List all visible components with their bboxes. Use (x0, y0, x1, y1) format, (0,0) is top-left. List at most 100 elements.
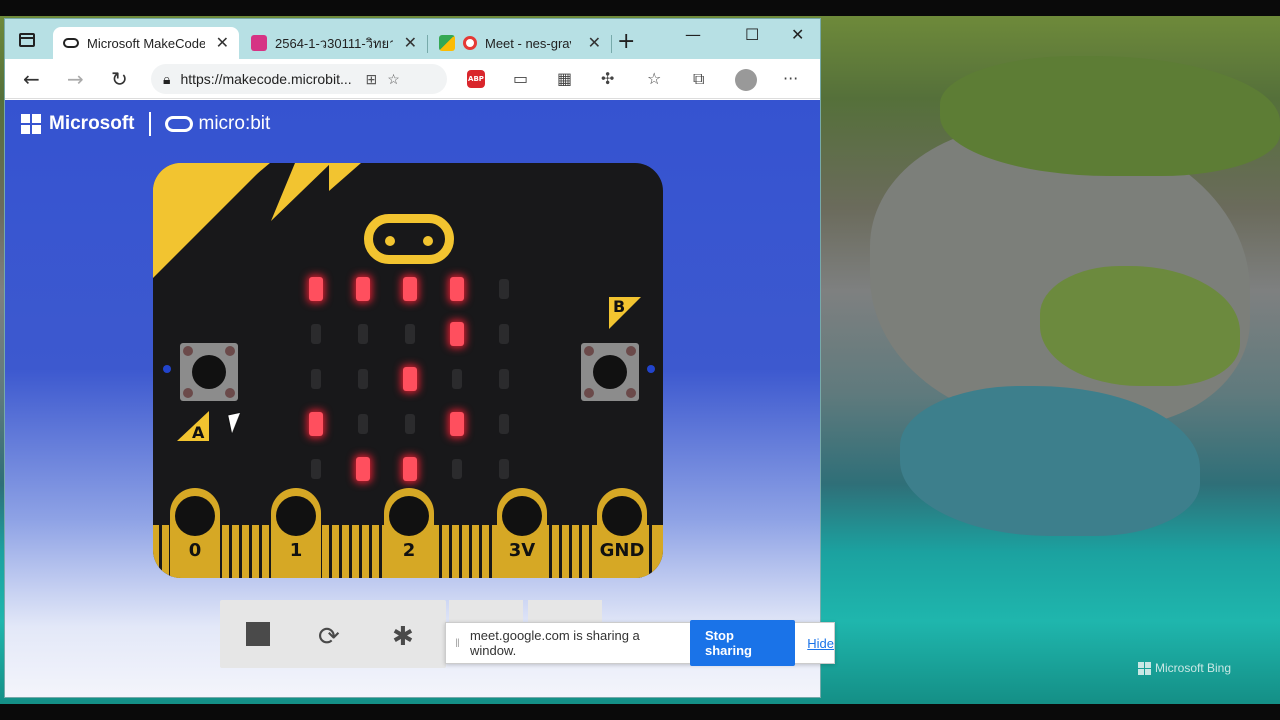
tab-actions-icon[interactable] (19, 33, 35, 47)
refresh-icon[interactable]: ↻ (111, 67, 128, 91)
led-r3-c1 (358, 414, 368, 434)
tree-foliage (940, 56, 1280, 176)
back-arrow-icon[interactable]: ← (23, 67, 40, 91)
makecode-icon (63, 38, 79, 48)
microbit-board: A B 0 1 2 3V GND (153, 163, 663, 578)
connector-tooth (559, 525, 562, 578)
button-a-label: A (192, 423, 205, 442)
adblock-icon[interactable]: ABP (467, 70, 485, 88)
pin-label: GND (599, 540, 645, 561)
new-tab-button[interactable]: + (617, 29, 635, 54)
brand-microbit: micro:bit (198, 113, 271, 134)
led-r1-c3 (450, 322, 464, 346)
tab-makecode[interactable]: Microsoft MakeCode f ✕ (53, 27, 239, 59)
maximize-button[interactable]: ☐ (745, 25, 759, 44)
microbit-logo-icon (164, 116, 193, 132)
meet-icon (439, 35, 455, 51)
url-text: https://makecode.microbit... (180, 71, 352, 87)
collections-icon[interactable]: ⧉ (693, 69, 704, 89)
app-available-icon[interactable]: ⊞ (365, 71, 377, 88)
connector-tooth (159, 525, 162, 578)
pin-label: 0 (188, 540, 202, 561)
connector-tooth (329, 525, 332, 578)
led-r4-c3 (452, 459, 462, 479)
button-b[interactable] (581, 343, 639, 401)
cast-icon[interactable]: ▭ (513, 69, 528, 88)
close-tab-icon[interactable]: ✕ (404, 33, 417, 53)
led-r2-c0 (311, 369, 321, 389)
led-r0-c4 (499, 279, 509, 299)
address-field[interactable]: 🔒︎ https://makecode.microbit... ⊞ ☆ (151, 64, 447, 94)
microsoft-logo-icon (21, 114, 41, 134)
pin-label: 2 (402, 540, 416, 561)
bing-watermark: Microsoft Bing (1138, 661, 1231, 675)
led-r4-c1 (356, 457, 370, 481)
puzzle-icon[interactable]: ✣ (601, 69, 614, 88)
led-r0-c3 (450, 277, 464, 301)
extension-icon[interactable]: ▦ (557, 69, 572, 88)
avatar[interactable] (735, 69, 757, 91)
favorites-icon[interactable]: ☆ (647, 69, 661, 88)
led-r1-c0 (311, 324, 321, 344)
led-r4-c4 (499, 459, 509, 479)
connector-tooth (579, 525, 582, 578)
share-message: meet.google.com is sharing a window. (469, 628, 640, 658)
connector-tooth (489, 525, 492, 578)
restart-icon[interactable]: ⟳ (318, 622, 340, 652)
stop-icon[interactable] (246, 622, 270, 646)
drag-handle-icon[interactable]: ‖ (455, 636, 460, 650)
button-b-indicator (647, 365, 655, 373)
led-r3-c3 (450, 412, 464, 436)
led-r0-c1 (356, 277, 370, 301)
screen-bottom-border (0, 704, 1280, 720)
close-window-button[interactable]: ✕ (791, 25, 804, 44)
minimize-button[interactable]: — (685, 25, 701, 44)
favorite-star-icon[interactable]: ☆ (387, 71, 400, 88)
pin-label: 3V (508, 540, 536, 561)
connector-tooth (469, 525, 472, 578)
more-menu-icon[interactable]: ··· (783, 69, 798, 88)
connector-tooth (359, 525, 362, 578)
led-r0-c0 (309, 277, 323, 301)
led-r3-c2 (405, 414, 415, 434)
pin-1[interactable]: 1 (271, 488, 321, 578)
led-r2-c1 (358, 369, 368, 389)
connector-tooth (569, 525, 572, 578)
connector-tooth (229, 525, 232, 578)
microbit-face-logo[interactable] (364, 214, 454, 264)
tab-classroom[interactable]: 2564-1-ว30111-วิทยาก ✕ (241, 27, 427, 59)
windows-icon (1138, 661, 1151, 675)
led-r4-c2 (403, 457, 417, 481)
led-r3-c4 (499, 414, 509, 434)
connector-tooth (449, 525, 452, 578)
connector-tooth (339, 525, 342, 578)
connector-tooth (479, 525, 482, 578)
tab-meet[interactable]: Meet - nes-grav- ✕ (429, 27, 611, 59)
connector-tooth (349, 525, 352, 578)
connector-tooth (459, 525, 462, 578)
pin-label: 1 (289, 540, 303, 561)
forward-arrow-icon[interactable]: → (67, 67, 84, 91)
recording-icon (463, 36, 477, 50)
debug-icon[interactable]: ✱ (392, 622, 414, 652)
board-stripe (271, 163, 331, 221)
tab-label: Microsoft MakeCode f (87, 35, 205, 51)
close-tab-icon[interactable]: ✕ (588, 33, 601, 53)
pin-0[interactable]: 0 (170, 488, 220, 578)
brand-divider (148, 112, 151, 136)
connector-tooth (369, 525, 372, 578)
stop-sharing-button[interactable]: Stop sharing (690, 620, 796, 666)
pin-3v[interactable]: 3V (497, 488, 547, 578)
led-r4-c0 (311, 459, 321, 479)
button-b-label: B (613, 297, 626, 316)
connector-tooth (649, 525, 652, 578)
bing-watermark-text: Microsoft Bing (1155, 661, 1232, 675)
tab-label: Meet - nes-grav- (485, 35, 571, 51)
simulator-controls: ⟳ ✱ (220, 600, 446, 668)
pin-gnd[interactable]: GND (597, 488, 647, 578)
pin-2[interactable]: 2 (384, 488, 434, 578)
close-tab-icon[interactable]: ✕ (216, 33, 229, 53)
hide-link[interactable]: Hide (807, 636, 834, 651)
connector-tooth (379, 525, 382, 578)
button-a[interactable] (180, 343, 238, 401)
